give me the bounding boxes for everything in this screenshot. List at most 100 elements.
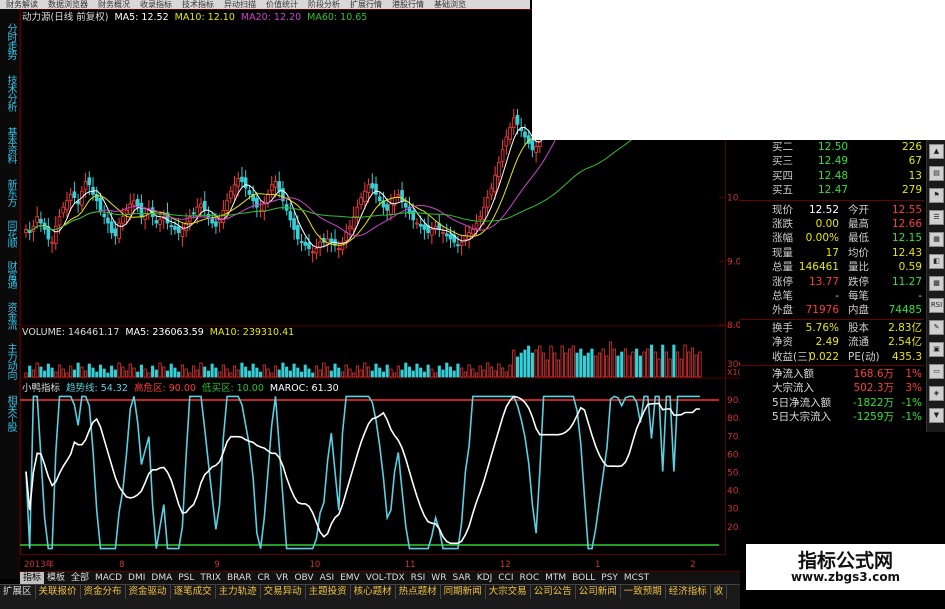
scroll-up-icon[interactable]: ▲ (929, 144, 944, 159)
grid-icon[interactable]: ▩ (929, 276, 944, 291)
scroll-down-icon[interactable]: ▼ (929, 408, 944, 423)
candle-body (199, 203, 203, 208)
bars-icon[interactable]: ▦ (929, 232, 944, 247)
indicator-tab[interactable]: 指标 (20, 572, 45, 584)
candle-body (336, 248, 341, 250)
volume-label: VOLUME: 146461.17 (22, 327, 120, 338)
doc-icon[interactable]: ▭ (929, 364, 944, 379)
bid-price: 12.49 (818, 155, 849, 168)
top-menu-item[interactable]: 数据浏览器 (48, 0, 88, 9)
left-tab[interactable]: 新东方 (2, 179, 18, 206)
box-icon[interactable]: ▣ (929, 342, 944, 357)
low-zone-value: 低买区: 10.00 (201, 383, 264, 394)
indicator-tab[interactable]: CR (254, 572, 273, 584)
bottom-tab[interactable]: 核心题材 (351, 585, 396, 599)
rsi-icon[interactable]: RSI (929, 298, 944, 313)
quote-row: 外盘 71976 内盘 74485 (740, 303, 924, 317)
left-tab[interactable]: 主力动向 (2, 343, 18, 379)
volume-bar (359, 369, 363, 378)
top-menu-item[interactable]: 基础浏览 (434, 0, 466, 9)
side-scrollbar[interactable]: ▲ ▤ ⚑ ☰ ▦ ◧ ▩ RSI ✎ ▣ ▭ ◈ ▼ (926, 140, 945, 440)
indicator-tab[interactable]: OBV (291, 572, 316, 584)
bottom-tab[interactable]: 经济指标 (666, 585, 711, 599)
indicator-tab[interactable]: ROC (516, 572, 542, 584)
volume-bar (508, 364, 512, 378)
indicator-tab[interactable]: KDJ (474, 572, 496, 584)
top-menu-item[interactable]: 扩展行情 (350, 0, 382, 9)
top-menu-item[interactable]: 技术指标 (182, 0, 214, 9)
top-menu-item[interactable]: 阶段分析 (308, 0, 340, 9)
top-menu-item[interactable]: 财务概况 (98, 0, 130, 9)
bottom-tab[interactable]: 大宗交易 (486, 585, 531, 599)
bottom-tab[interactable]: 公司新闻 (576, 585, 621, 599)
flag-icon[interactable]: ⚑ (929, 188, 944, 203)
indicator-tab[interactable]: DMA (148, 572, 175, 584)
indicator-tab[interactable]: VR (273, 572, 291, 584)
bottom-tab[interactable]: 热点题材 (396, 585, 441, 599)
volume-bar (560, 345, 564, 378)
bottom-tab[interactable]: 收 (711, 585, 728, 599)
bottom-tab[interactable]: 公司公告 (531, 585, 576, 599)
chart-icon[interactable]: ◧ (929, 254, 944, 269)
volume-bar (173, 367, 177, 378)
bottom-tab[interactable]: 主题投资 (306, 585, 351, 599)
bottom-tab[interactable]: 同期新闻 (441, 585, 486, 599)
indicator-tab[interactable]: BRAR (224, 572, 254, 584)
quote-label: 内盘 (848, 304, 869, 317)
indicator-tab[interactable]: MCST (621, 572, 652, 584)
bottom-tab[interactable]: 资金驱动 (126, 585, 171, 599)
indicator-tab[interactable]: PSY (598, 572, 621, 584)
indicator-tab[interactable]: MTM (542, 572, 569, 584)
indicator-tab[interactable]: 全部 (68, 572, 92, 584)
candle-body (359, 197, 363, 205)
indicator-tab[interactable]: PSL (175, 572, 197, 584)
indicator-tab[interactable]: TRIX (197, 572, 224, 584)
volume-bar (117, 362, 121, 378)
list-icon[interactable]: ☰ (929, 210, 944, 225)
indicator-tab[interactable]: EMV (337, 572, 363, 584)
tag-icon[interactable]: ◈ (929, 386, 944, 401)
volume-bar (132, 367, 136, 378)
top-menu-item[interactable]: 价值统计 (266, 0, 298, 9)
quote-label: 总笔 (772, 290, 793, 302)
bottom-tab[interactable]: 一致预期 (621, 585, 666, 599)
indicator-tab[interactable]: SAR (449, 572, 473, 584)
indicator-tab[interactable]: DMI (125, 572, 148, 584)
bottom-tab[interactable]: 关联报价 (36, 585, 81, 599)
top-menu-item[interactable]: 港股行情 (392, 0, 424, 9)
indicator-tab[interactable]: RSI (408, 572, 429, 584)
indicator-tab[interactable]: BOLL (569, 572, 598, 584)
date-label: 2013年 (24, 559, 55, 570)
left-tab[interactable]: 资金流 (2, 302, 18, 329)
left-tab[interactable]: 技术分析 (2, 75, 18, 111)
date-label: 12 (500, 560, 511, 570)
indicator-tab[interactable]: VOL-TDX (363, 572, 408, 584)
bottom-tab[interactable]: 主力轨迹 (216, 585, 261, 599)
ma5-value: MA5: 12.52 (114, 12, 169, 23)
left-tab[interactable]: 同花顺 (2, 220, 18, 247)
top-menu-item[interactable]: 收录指标 (140, 0, 172, 9)
indicator-tab[interactable]: MACD (92, 572, 125, 584)
pen-icon[interactable]: ✎ (929, 320, 944, 335)
left-tab[interactable]: 财富通 (2, 261, 18, 288)
date-label: 8 (119, 560, 124, 570)
left-tab[interactable]: 分时走势 (2, 23, 18, 59)
bottom-tab[interactable]: 扩展区 (0, 585, 36, 599)
bottom-tab[interactable]: 资金分布 (81, 585, 126, 599)
stats-icon[interactable]: ▤ (929, 166, 944, 181)
volume-bar (404, 362, 408, 378)
indicator-tab[interactable]: CCI (495, 572, 516, 584)
candle-body (303, 241, 308, 246)
indicator-tab[interactable]: WR (428, 572, 449, 584)
top-menu-item[interactable]: 财务解读 (6, 0, 38, 9)
candle-body (456, 244, 460, 247)
left-tab[interactable]: 基本资料 (2, 127, 18, 163)
top-menu-item[interactable]: 异动扫描 (224, 0, 256, 9)
indicator-tab[interactable]: ASI (317, 572, 338, 584)
left-tab[interactable]: 相关个股 (2, 395, 18, 431)
volume-bar (91, 367, 95, 378)
quote-row: 总量 146461 量比 0.59 (740, 260, 924, 274)
bottom-tab[interactable]: 逐笔成交 (171, 585, 216, 599)
indicator-tab[interactable]: 模板 (44, 572, 68, 584)
bottom-tab[interactable]: 交易异动 (261, 585, 306, 599)
